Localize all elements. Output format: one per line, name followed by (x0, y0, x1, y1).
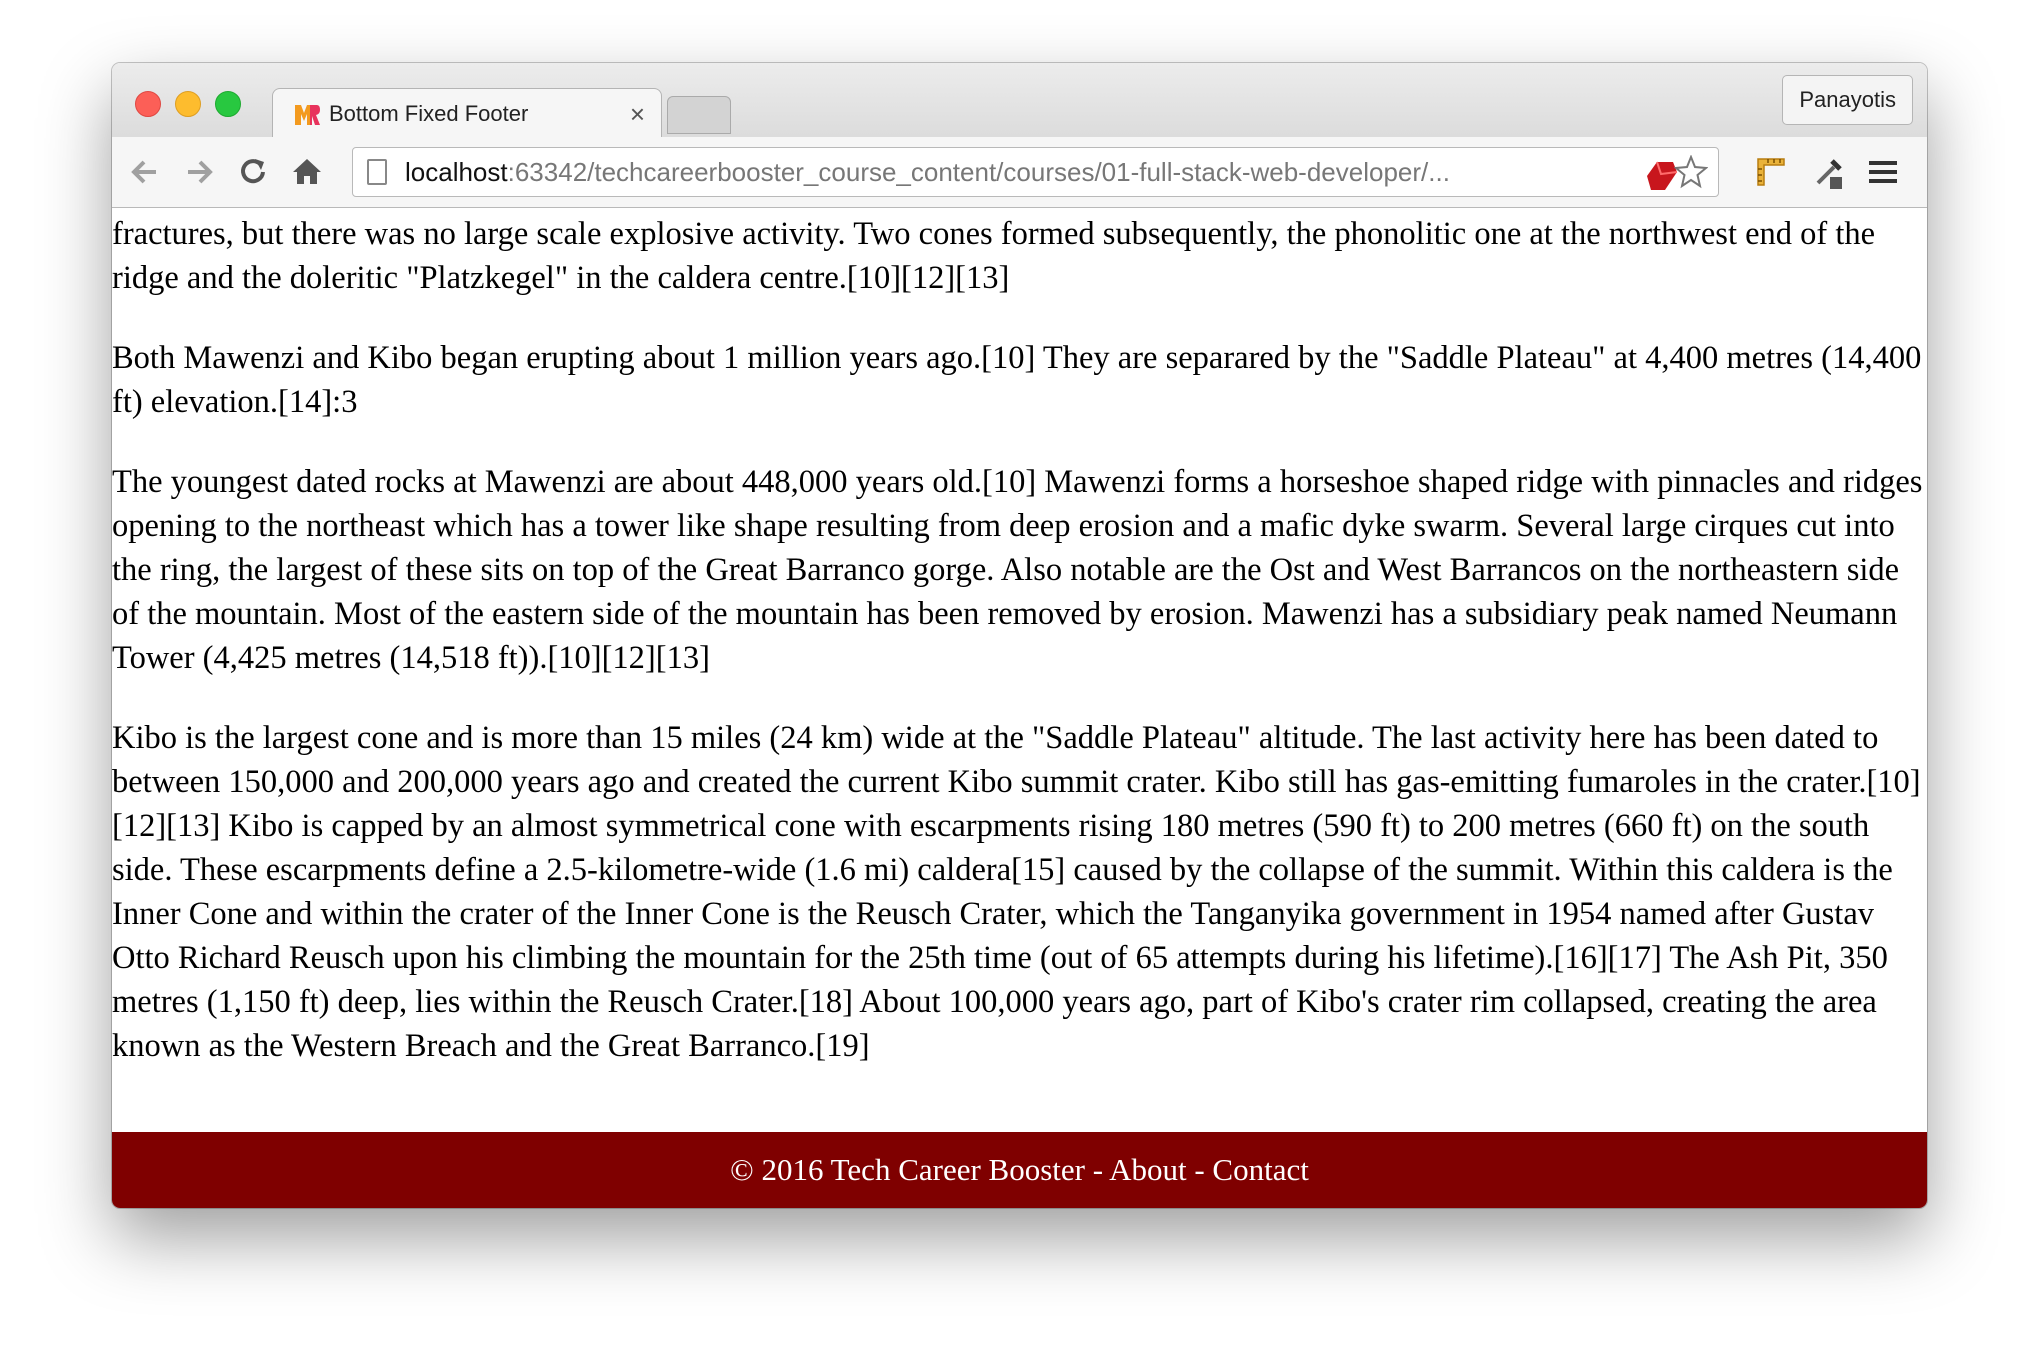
forward-arrow-icon[interactable] (180, 153, 218, 191)
footer-separator: - (1186, 1152, 1213, 1187)
address-host: localhost (405, 157, 508, 187)
browser-toolbar: localhost:63342/techcareerbooster_course… (112, 137, 1927, 208)
browser-tab[interactable]: Bottom Fixed Footer × (272, 88, 662, 138)
title-bar: Bottom Fixed Footer × Panayotis (112, 63, 1927, 138)
fixed-footer: © 2016 Tech Career Booster - About - Con… (112, 1132, 1927, 1208)
back-arrow-icon[interactable] (126, 153, 164, 191)
reload-icon[interactable] (234, 153, 272, 191)
address-url[interactable]: localhost:63342/techcareerbooster_course… (405, 157, 1635, 188)
profile-button[interactable]: Panayotis (1782, 75, 1913, 125)
eyedropper-extension-icon[interactable] (1810, 153, 1848, 191)
window-zoom-button[interactable] (215, 91, 241, 117)
page-icon (367, 159, 387, 185)
page-content: mostly composed of basic lavas with some… (112, 208, 1927, 1208)
address-path: :63342/techcareerbooster_course_content/… (507, 157, 1450, 187)
rubymine-favicon-icon (293, 101, 321, 127)
footer-about-link[interactable]: About (1109, 1152, 1187, 1187)
footer-contact-link[interactable]: Contact (1212, 1152, 1308, 1187)
browser-window: Bottom Fixed Footer × Panayotis localhos… (112, 63, 1927, 1208)
home-icon[interactable] (288, 153, 326, 191)
bookmark-star-icon[interactable] (1674, 155, 1708, 189)
new-tab-button[interactable] (667, 96, 731, 134)
address-bar[interactable]: localhost:63342/techcareerbooster_course… (352, 147, 1719, 197)
footer-copyright: © 2016 Tech Career Booster - (730, 1152, 1110, 1187)
tab-close-icon[interactable]: × (630, 99, 645, 130)
menu-hamburger-icon[interactable] (1864, 153, 1902, 191)
window-close-button[interactable] (135, 91, 161, 117)
paragraph: Kibo is the largest cone and is more tha… (112, 720, 1921, 1064)
paragraph: The youngest dated rocks at Mawenzi are … (112, 464, 1923, 676)
paragraph: mostly composed of basic lavas with some… (112, 216, 1876, 296)
paragraph: Both Mawenzi and Kibo began erupting abo… (112, 340, 1922, 420)
article: mostly composed of basic lavas with some… (112, 208, 1927, 1104)
ruler-extension-icon[interactable] (1752, 153, 1790, 191)
tab-title: Bottom Fixed Footer (329, 101, 529, 126)
window-minimize-button[interactable] (175, 91, 201, 117)
